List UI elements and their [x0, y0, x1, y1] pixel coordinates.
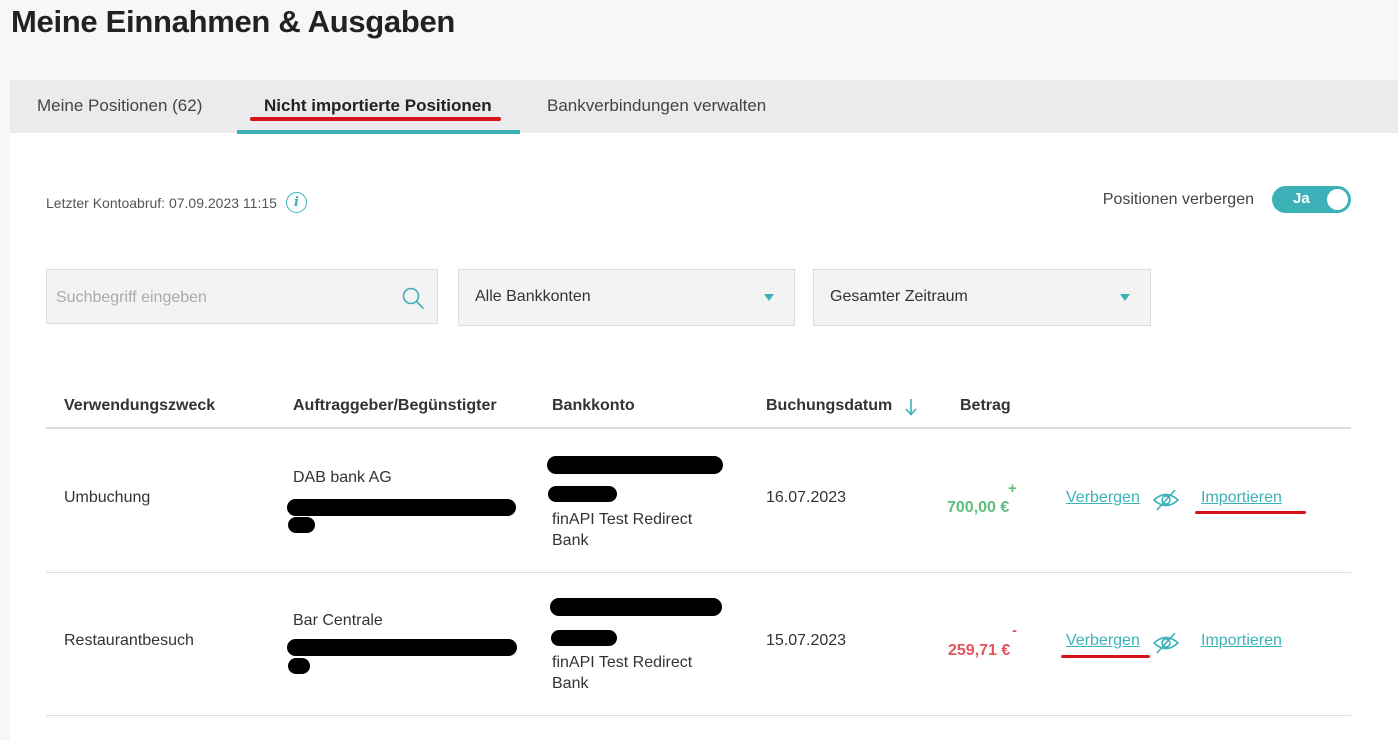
tab-meine-positionen[interactable]: Meine Positionen (62)	[37, 80, 202, 133]
annotation-underline-hide	[1061, 655, 1150, 658]
search-field	[46, 269, 438, 325]
period-select-value: Gesamter Zeitraum	[830, 288, 968, 305]
row-payee: DAB bank AG	[293, 469, 392, 486]
amount-sign: -	[1012, 622, 1017, 639]
table-header-divider	[46, 427, 1351, 429]
import-button[interactable]: Importieren	[1201, 632, 1282, 650]
last-fetch-text: Letzter Kontoabruf: 07.09.2023 11:15	[46, 194, 277, 211]
column-header-date[interactable]: Buchungsdatum	[766, 397, 892, 415]
amount-sign: +	[1008, 480, 1017, 497]
row-account-name-cont: Bank	[552, 532, 589, 549]
redacted-text	[551, 630, 617, 646]
row-amount: 700,00 €	[947, 499, 1010, 516]
row-purpose: Umbuchung	[64, 489, 151, 506]
annotation-underline-import	[1195, 511, 1306, 514]
row-account-name: finAPI Test Redirect	[552, 654, 693, 671]
column-header-amount[interactable]: Betrag	[960, 397, 1011, 415]
chevron-down-icon	[1120, 294, 1130, 301]
tab-bankverbindungen[interactable]: Bankverbindungen verwalten	[547, 80, 766, 133]
active-tab-indicator	[237, 130, 520, 134]
page-title: Meine Einnahmen & Ausgaben	[11, 4, 456, 39]
hide-button[interactable]: Verbergen	[1066, 489, 1140, 507]
redacted-iban	[287, 639, 517, 656]
redacted-text	[288, 658, 310, 674]
period-select[interactable]: Gesamter Zeitraum	[813, 269, 1151, 326]
sort-down-arrow-icon[interactable]	[904, 398, 918, 416]
eye-slash-icon[interactable]	[1152, 488, 1180, 512]
redacted-text	[548, 486, 617, 502]
row-divider	[46, 715, 1351, 716]
redacted-text	[288, 517, 315, 533]
redacted-iban	[287, 499, 516, 516]
hide-positions-control: Positionen verbergen Ja	[1103, 186, 1351, 213]
redacted-account-number	[550, 598, 722, 616]
row-date: 15.07.2023	[766, 632, 847, 649]
toggle-knob	[1327, 189, 1348, 210]
info-icon[interactable]: i	[285, 192, 307, 213]
bank-account-select-value: Alle Bankkonten	[475, 288, 591, 305]
row-divider	[46, 572, 1351, 573]
row-account-name-cont: Bank	[552, 675, 589, 692]
eye-slash-icon[interactable]	[1152, 631, 1180, 655]
column-header-account[interactable]: Bankkonto	[552, 397, 635, 415]
redacted-account-number	[547, 456, 723, 474]
hide-button[interactable]: Verbergen	[1066, 632, 1140, 650]
chevron-down-icon	[764, 294, 774, 301]
annotation-underline-tab	[250, 117, 501, 121]
bank-account-select[interactable]: Alle Bankkonten	[458, 269, 795, 326]
hide-positions-label: Positionen verbergen	[1102, 190, 1254, 208]
toggle-value: Ja	[1293, 190, 1310, 207]
tab-bar: Meine Positionen (62) Nicht importierte …	[10, 80, 1398, 134]
main-card: Meine Positionen (62) Nicht importierte …	[10, 80, 1398, 740]
search-icon[interactable]	[401, 286, 425, 310]
row-amount: 259,71 €	[948, 642, 1011, 659]
column-header-purpose[interactable]: Verwendungszweck	[64, 397, 215, 415]
last-fetch-status: Letzter Kontoabruf: 07.09.2023 11:15 i	[46, 192, 307, 213]
row-purpose: Restaurantbesuch	[64, 632, 194, 649]
row-payee: Bar Centrale	[293, 612, 383, 629]
row-account-name: finAPI Test Redirect	[552, 511, 693, 528]
search-input[interactable]	[47, 270, 398, 325]
row-date: 16.07.2023	[766, 489, 847, 506]
tab-nicht-importierte-positionen[interactable]: Nicht importierte Positionen	[264, 80, 492, 133]
hide-positions-toggle[interactable]: Ja	[1272, 186, 1351, 213]
column-header-payee[interactable]: Auftraggeber/Begünstigter	[293, 397, 497, 415]
import-button[interactable]: Importieren	[1201, 489, 1282, 507]
